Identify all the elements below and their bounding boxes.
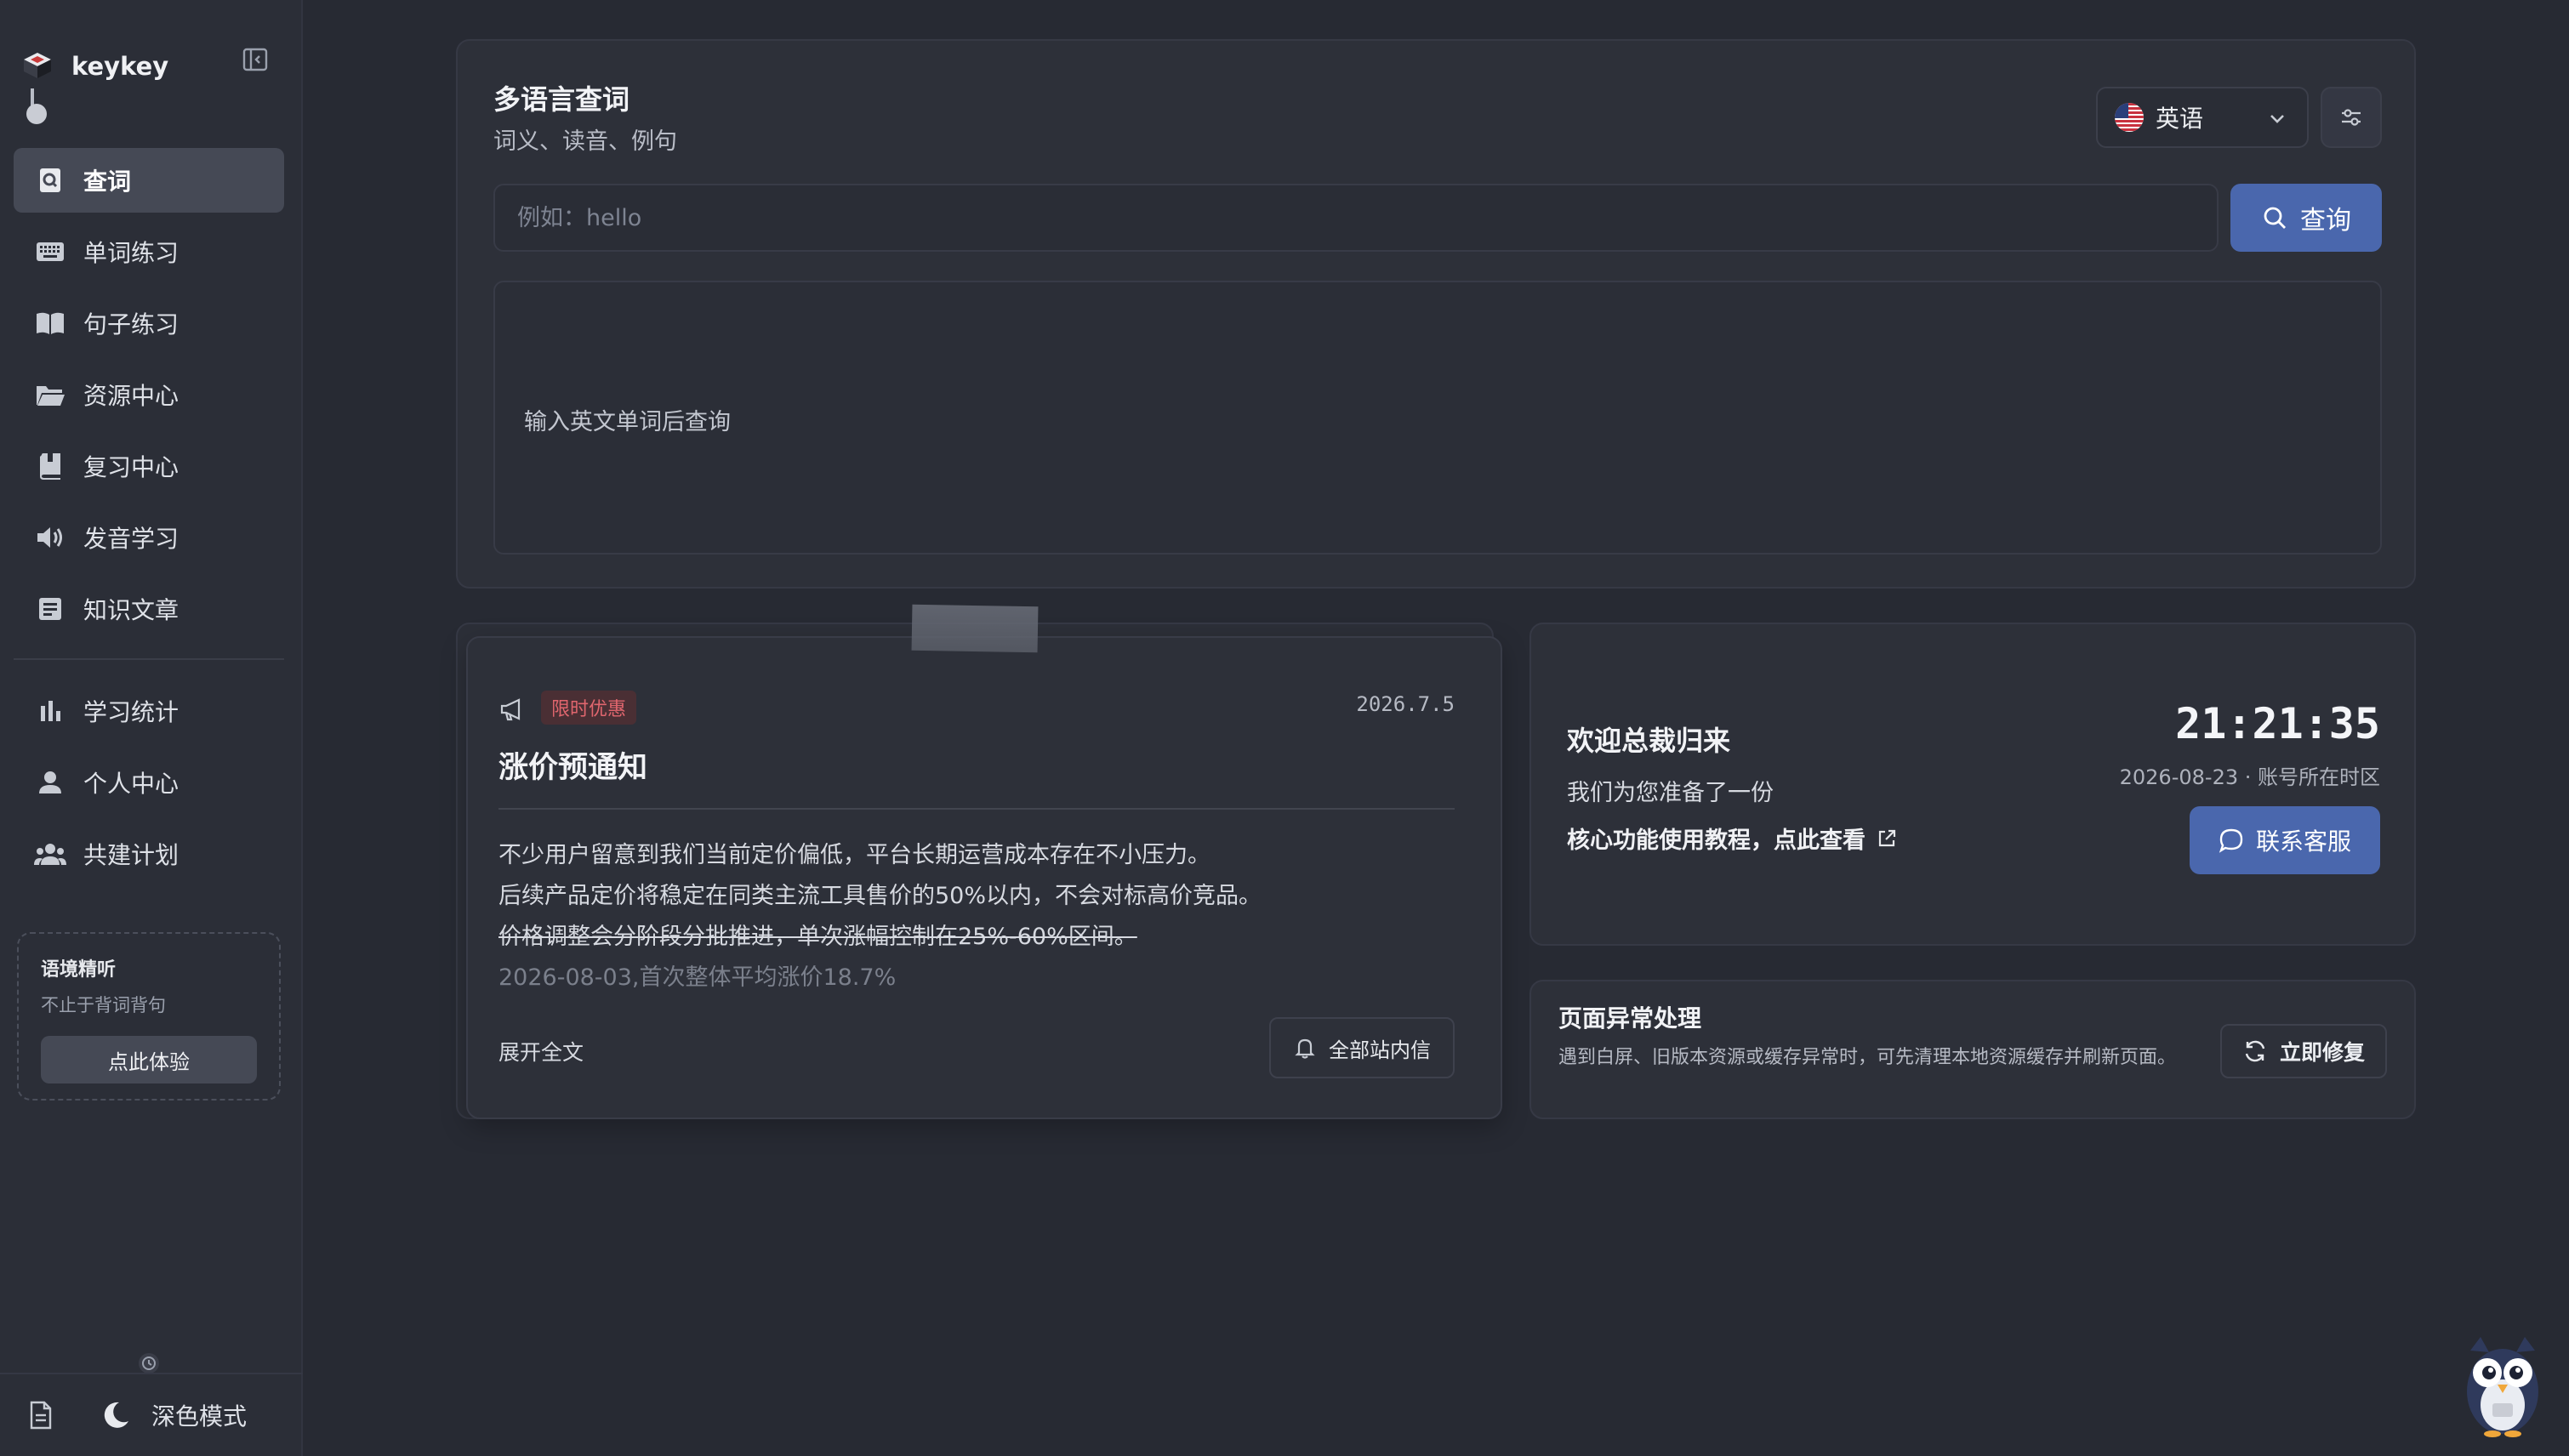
notice-divider	[498, 808, 1455, 810]
bar-chart-icon	[34, 695, 66, 727]
nav-item-profile[interactable]: 个人中心	[14, 750, 284, 815]
keycap-logo-icon	[19, 48, 56, 85]
megaphone-icon	[498, 696, 526, 723]
welcome-subtitle: 我们为您准备了一份	[1567, 780, 1774, 806]
search-card: 多语言查词 词义、读音、例句 英语 查询 输入英文单词后查询	[456, 39, 2416, 589]
person-icon	[34, 766, 66, 799]
notice-date: 2026.7.5	[1356, 692, 1455, 716]
pin-stem	[31, 88, 34, 105]
all-messages-button[interactable]: 全部站内信	[1269, 1017, 1455, 1078]
collapse-sidebar-icon[interactable]	[240, 44, 271, 75]
welcome-title: 欢迎总裁归来	[1567, 725, 1731, 757]
clock: 21:21:35	[2175, 699, 2380, 748]
empty-hint: 输入英文单词后查询	[524, 409, 731, 435]
promo-card: 语境精听 不止于背词背句 点此体验	[17, 932, 281, 1101]
nav-item-sentence-practice[interactable]: 句子练习	[14, 291, 284, 355]
moon-icon	[99, 1398, 133, 1432]
notice-line-faded: 2026-08-03,首次整体平均涨价18.7%	[498, 964, 897, 991]
contact-support-button[interactable]: 联系客服	[2190, 806, 2380, 874]
group-icon	[34, 838, 66, 870]
nav-label: 个人中心	[83, 770, 179, 798]
nav-label: 查词	[83, 168, 132, 196]
brand[interactable]: keykey	[19, 41, 168, 92]
notice-body: 不少用户留意到我们当前定价偏低，平台长期运营成本存在不小压力。 后续产品定价将稳…	[498, 835, 1451, 998]
nav-label: 学习统计	[83, 698, 179, 726]
nav-divider	[14, 658, 284, 660]
bell-icon	[1293, 1036, 1317, 1060]
promo-subtitle: 不止于背词背句	[41, 995, 166, 1015]
nav-label: 资源中心	[83, 382, 179, 410]
sidebar-footer: 深色模式	[0, 1373, 303, 1456]
notice-line: 不少用户留意到我们当前定价偏低，平台长期运营成本存在不小压力。	[498, 842, 1210, 868]
nav-label: 复习中心	[83, 453, 179, 481]
nav-label: 共建计划	[83, 841, 179, 869]
welcome-card: 欢迎总裁归来 我们为您准备了一份 核心功能使用教程，点此查看 21:21:35 …	[1529, 623, 2416, 946]
notice-line-struck: 价格调整会分阶段分批推进，单次涨幅控制在25%-60%区间。	[498, 924, 1137, 950]
nav-item-co-build[interactable]: 共建计划	[14, 822, 284, 886]
expand-full-text-link[interactable]: 展开全文	[498, 1036, 584, 1066]
nav-item-statistics[interactable]: 学习统计	[14, 679, 284, 743]
search-icon	[2261, 204, 2288, 231]
all-messages-label: 全部站内信	[1329, 1038, 1431, 1062]
brand-name: keykey	[71, 52, 169, 81]
nav-label: 知识文章	[83, 596, 179, 624]
article-icon	[34, 593, 66, 625]
contact-support-label: 联系客服	[2255, 828, 2351, 856]
fix-title: 页面异常处理	[1558, 1004, 1702, 1032]
page-fix-card: 页面异常处理 遇到白屏、旧版本资源或缓存异常时，可先清理本地资源缓存并刷新页面。…	[1529, 980, 2416, 1119]
query-button[interactable]: 查询	[2230, 184, 2382, 252]
language-value: 英语	[2156, 105, 2204, 133]
clock-date: 2026-08-23 · 账号所在时区	[2119, 765, 2380, 789]
us-flag-icon	[2115, 103, 2144, 132]
notice-line: 后续产品定价将稳定在同类主流工具售价的50%以内，不会对标高价竞品。	[498, 883, 1262, 909]
query-button-label: 查询	[2300, 206, 2351, 236]
nav-item-review[interactable]: 复习中心	[14, 434, 284, 498]
search-input[interactable]	[493, 184, 2219, 252]
promo-title: 语境精听	[41, 959, 117, 981]
nav-label: 句子练习	[83, 310, 179, 338]
pin-handle[interactable]	[26, 104, 47, 124]
search-doc-icon	[34, 164, 66, 196]
settings-sliders-button[interactable]	[2321, 87, 2382, 148]
promo-badge: 限时优惠	[541, 691, 637, 725]
nav-item-articles[interactable]: 知识文章	[14, 577, 284, 641]
tutorial-link-label: 核心功能使用教程，点此查看	[1567, 828, 1866, 854]
fix-now-label: 立即修复	[2279, 1040, 2365, 1065]
nav-item-pronunciation[interactable]: 发音学习	[14, 505, 284, 570]
sidebar: keykey 查词 单词练习 句子练习 资源中心 复习中心 发音学习 知识文章 …	[0, 0, 303, 1456]
chevron-down-icon	[2266, 107, 2288, 129]
fix-description: 遇到白屏、旧版本资源或缓存异常时，可先清理本地资源缓存并刷新页面。	[1558, 1047, 2177, 1068]
theme-toggle[interactable]: 深色模式	[99, 1398, 247, 1432]
fix-now-button[interactable]: 立即修复	[2219, 1024, 2387, 1078]
refresh-icon	[2242, 1038, 2268, 1064]
language-select[interactable]: 英语	[2096, 87, 2309, 148]
tape-decoration	[911, 604, 1039, 653]
nav-item-lookup[interactable]: 查词	[14, 148, 284, 213]
notice-card: 限时优惠 2026.7.5 涨价预通知 不少用户留意到我们当前定价偏低，平台长期…	[466, 636, 1502, 1119]
promo-try-button[interactable]: 点此体验	[41, 1036, 257, 1083]
nav-item-word-practice[interactable]: 单词练习	[14, 219, 284, 284]
tutorial-link[interactable]: 核心功能使用教程，点此查看	[1567, 822, 1898, 855]
chat-bubble-icon	[2219, 828, 2244, 853]
main-nav: 查词 单词练习 句子练习 资源中心 复习中心 发音学习 知识文章 学习统计 个人…	[14, 148, 284, 893]
speaker-icon	[34, 521, 66, 554]
document-icon[interactable]	[26, 1400, 56, 1430]
nav-item-resources[interactable]: 资源中心	[14, 362, 284, 427]
sliders-icon	[2342, 109, 2361, 126]
nav-label: 单词练习	[83, 239, 179, 267]
keyboard-icon	[34, 236, 66, 268]
owl-mascot-icon[interactable]	[2458, 1332, 2547, 1437]
search-subtitle: 词义、读音、例句	[493, 128, 677, 155]
history-icon[interactable]	[138, 1352, 160, 1374]
result-area: 输入英文单词后查询	[493, 281, 2382, 555]
external-link-icon	[1876, 828, 1898, 850]
book-icon	[34, 450, 66, 482]
theme-label: 深色模式	[151, 1402, 248, 1430]
folder-icon	[34, 378, 66, 411]
search-title: 多语言查词	[493, 83, 630, 116]
nav-label: 发音学习	[83, 525, 179, 553]
notice-title: 涨价预通知	[498, 751, 648, 785]
book-open-icon	[34, 307, 66, 339]
